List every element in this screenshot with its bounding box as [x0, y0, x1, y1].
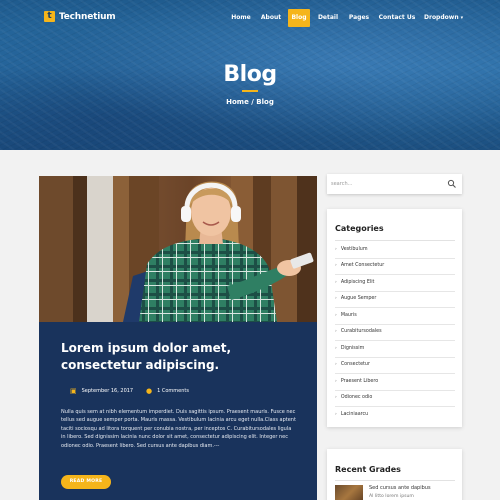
- category-label: Laciniaarcu: [340, 412, 369, 417]
- category-item[interactable]: › Curabitursodales: [335, 325, 455, 341]
- category-item[interactable]: › Consectetur: [335, 358, 455, 374]
- main-nav: Home About Blog Detail Pages Contact Us …: [0, 9, 500, 27]
- search-input[interactable]: [331, 177, 441, 191]
- divider: [335, 480, 455, 481]
- chevron-right-icon: ›: [335, 362, 337, 367]
- category-item[interactable]: › Augue Semper: [335, 292, 455, 308]
- category-item[interactable]: › Odionec odio: [335, 391, 455, 407]
- chevron-right-icon: ›: [335, 312, 337, 318]
- blog-post-card: Lorem ipsum dolor amet, consectetur adip…: [39, 176, 317, 500]
- chevron-right-icon: ›: [335, 279, 337, 285]
- nav-detail[interactable]: Detail: [316, 9, 340, 27]
- recent-title: Recent Grades: [335, 465, 401, 474]
- categories-title: Categories: [335, 224, 384, 233]
- category-label: Dignissim: [340, 345, 365, 351]
- nav-blog[interactable]: Blog: [288, 9, 310, 27]
- category-item[interactable]: › Adipiscing Elit: [335, 275, 455, 292]
- post-date-text: September 16, 2017: [81, 388, 134, 394]
- category-label: Odionec odio: [340, 395, 373, 400]
- category-item[interactable]: › Vestibulum: [335, 242, 455, 259]
- nav-about[interactable]: About: [258, 9, 284, 27]
- chevron-right-icon: ›: [335, 296, 337, 301]
- category-item[interactable]: › Praesent Libero: [335, 374, 455, 391]
- categories-widget: Categories › Vestibulum › Amet Consectetur…: [327, 209, 462, 427]
- category-label: Consectetur: [340, 362, 370, 367]
- nav-home[interactable]: Home: [230, 9, 252, 27]
- nav-contact-us[interactable]: Contact Us: [377, 9, 417, 27]
- category-item[interactable]: › Dignissim: [335, 341, 455, 358]
- page-title: Blog: [223, 62, 277, 87]
- category-label: Vestibulum: [340, 246, 368, 252]
- chevron-right-icon: ›: [335, 246, 337, 252]
- category-label: Mauris: [340, 312, 357, 318]
- category-label: Curabitursodales: [340, 329, 382, 334]
- chevron-right-icon: ›: [335, 378, 337, 384]
- category-label: Praesent Libero: [340, 378, 379, 384]
- nav-pages[interactable]: Pages: [347, 9, 371, 27]
- read-more-button[interactable]: READ MORE: [61, 475, 111, 489]
- breadcrumb: Home / Blog: [226, 98, 274, 106]
- category-label: Amet Consectetur: [340, 263, 385, 268]
- search-icon[interactable]: [447, 179, 457, 189]
- nav-dropdown[interactable]: Dropdown ▾: [424, 9, 463, 27]
- recent-item-title[interactable]: Sed cursus ante dapibus: [369, 485, 431, 491]
- categories-list: › Vestibulum › Amet Consectetur › Adipiscin…: [335, 242, 455, 424]
- title-underline: [242, 90, 258, 92]
- post-title[interactable]: Lorem ipsum dolor amet, consectetur adip…: [61, 340, 311, 374]
- category-item[interactable]: › Mauris: [335, 308, 455, 325]
- nav-dropdown-label: Dropdown: [424, 14, 459, 21]
- category-item[interactable]: › Amet Consectetur: [335, 259, 455, 275]
- recent-item-subtitle: Al litto lorem ipsum: [369, 494, 414, 499]
- category-label: Adipiscing Elit: [340, 279, 375, 285]
- chevron-right-icon: ›: [335, 263, 337, 268]
- post-image[interactable]: [39, 176, 317, 322]
- category-label: Augue Semper: [340, 296, 377, 301]
- post-comments-text: 1 Comments: [157, 388, 189, 394]
- chevron-right-icon: ›: [335, 329, 337, 334]
- post-date: ▣ September 16, 2017: [70, 387, 133, 395]
- calendar-icon: ▣: [70, 387, 77, 395]
- recent-thumbnail[interactable]: [335, 485, 363, 500]
- post-excerpt: Nulla quis sem at nibh elementum imperdi…: [61, 409, 296, 449]
- category-item[interactable]: › Laciniaarcu: [335, 407, 455, 424]
- chevron-down-icon: ▾: [460, 15, 464, 21]
- chevron-right-icon: ›: [335, 345, 337, 351]
- top-navbar: t Technetium Home About Blog Detail Page…: [0, 0, 500, 36]
- hero-banner: t Technetium Home About Blog Detail Page…: [0, 0, 500, 150]
- recent-widget: Recent Grades Sed cursus ante dapibus Al…: [327, 449, 462, 500]
- chevron-right-icon: ›: [335, 395, 337, 400]
- student-photo: [123, 181, 314, 322]
- chevron-right-icon: ›: [335, 412, 337, 417]
- search-box: [327, 174, 462, 194]
- comment-icon: ●: [146, 387, 153, 395]
- post-comments[interactable]: ● 1 Comments: [146, 387, 189, 395]
